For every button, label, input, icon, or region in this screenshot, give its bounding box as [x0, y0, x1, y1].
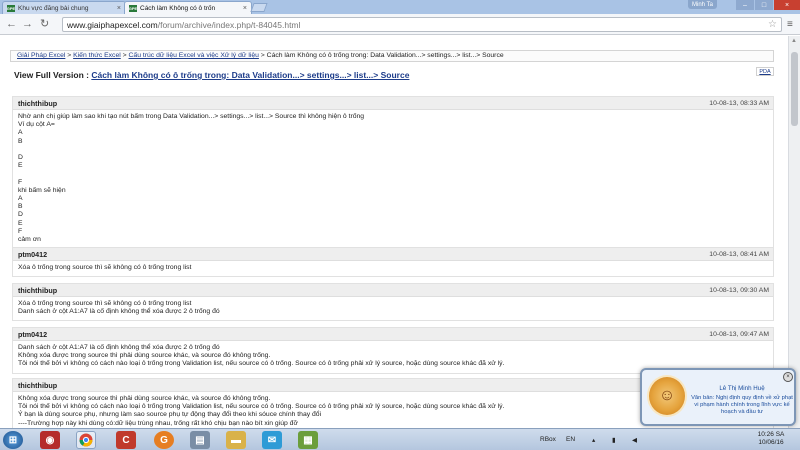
start-button[interactable]: ⊞	[3, 431, 23, 449]
clock-date: 10/06/16	[758, 439, 784, 446]
address-bar[interactable]: www.giaiphapexcel.com/forum/archive/inde…	[62, 17, 782, 32]
profile-user-badge[interactable]: Minh Ta	[688, 0, 717, 9]
breadcrumb: Giải Pháp Excel > Kiến thức Excel > Cấu …	[10, 50, 774, 62]
tab-current[interactable]: GPE Cách làm Không có ô trốn ×	[124, 1, 252, 14]
post-header: ptm0412 10-08-13, 09:47 AM	[13, 328, 773, 341]
post-username: ptm0412	[18, 250, 48, 259]
site-favicon-icon: GPE	[6, 4, 16, 12]
post-username: thichthibup	[18, 99, 58, 108]
browser-titlebar: GPE Khu vực đăng bài chung × GPE Cách là…	[0, 0, 800, 14]
tray-arrow-icon[interactable]: ▴	[592, 436, 595, 444]
post: thichthibup 10-08-13, 08:33 AM Nhờ anh c…	[12, 96, 774, 250]
breadcrumb-separator: >	[67, 52, 72, 59]
tray-rbox[interactable]: RBox	[540, 436, 556, 443]
tray-language[interactable]: EN	[566, 436, 575, 443]
close-window-button[interactable]: ×	[774, 0, 800, 10]
chrome-taskbar-icon[interactable]	[76, 431, 96, 449]
breadcrumb-link[interactable]: Cấu trúc dữ liệu Excel và việc Xử lý dữ …	[129, 52, 259, 59]
post-header: thichthibup 10-08-13, 09:30 AM	[13, 284, 773, 297]
breadcrumb-separator: >	[122, 52, 127, 59]
app-icon-c[interactable]: C	[116, 431, 136, 449]
app-icon-blue[interactable]: ✉	[262, 431, 282, 449]
forward-arrow-icon[interactable]: →	[22, 18, 33, 30]
back-arrow-icon[interactable]: ←	[6, 18, 17, 30]
post-date: 10-08-13, 09:47 AM	[709, 331, 769, 338]
post-username: thichthibup	[18, 381, 58, 390]
new-tab-button[interactable]	[250, 3, 268, 12]
tab-close-icon[interactable]: ×	[243, 5, 247, 12]
breadcrumb-current: Cách làm Không có ô trống trong: Data Va…	[266, 52, 504, 59]
breadcrumb-link[interactable]: Giải Pháp Excel	[17, 52, 65, 59]
minimize-button[interactable]: –	[736, 0, 754, 10]
breadcrumb-separator: >	[260, 52, 265, 59]
scrollbar-thumb[interactable]	[791, 52, 798, 126]
full-version-label: View Full Version :	[14, 70, 89, 80]
app-icon-red[interactable]: ◉	[40, 431, 60, 449]
url-path: /forum/archive/index.php/t-84045.html	[157, 19, 301, 30]
post-body: Xóa ô trống trong source thì sẽ không có…	[18, 264, 192, 271]
post: ptm0412 10-08-13, 09:47 AM Danh sách ở c…	[12, 327, 774, 374]
tray-volume-icon[interactable]: ◀	[632, 436, 637, 444]
tab-title: Cách làm Không có ô trốn	[140, 4, 216, 12]
file-explorer-icon[interactable]: ▬	[226, 431, 246, 449]
notification-message[interactable]: Văn bản: Nghị định quy định về xử phạt v…	[690, 395, 794, 416]
post-username: ptm0412	[18, 330, 48, 339]
breadcrumb-link[interactable]: Kiến thức Excel	[73, 52, 121, 59]
maximize-button[interactable]: □	[755, 0, 773, 10]
post-date: 10-08-13, 08:41 AM	[709, 251, 769, 258]
chrome-icon	[79, 433, 93, 447]
tab-close-icon[interactable]: ×	[117, 5, 121, 12]
post-header: ptm0412 10-08-13, 08:41 AM	[13, 248, 773, 261]
post-header: thichthibup 10-08-13, 08:33 AM	[13, 97, 773, 110]
pda-link[interactable]: PDA	[756, 67, 774, 76]
reload-icon[interactable]: ↻	[40, 18, 49, 30]
tab-title: Khu vực đăng bài chung	[18, 4, 89, 12]
browser-toolbar: ← → ↻ www.giaiphapexcel.com/forum/archiv…	[0, 14, 800, 35]
scroll-up-arrow-icon[interactable]: ▲	[791, 38, 797, 44]
post-date: 10-08-13, 09:30 AM	[709, 287, 769, 294]
clock-time: 10:26 SA	[757, 431, 785, 438]
post: ptm0412 10-08-13, 08:41 AM Xóa ô trống t…	[12, 247, 774, 278]
post: thichthibup 10-08-13, 09:30 AM Xóa ô trố…	[12, 283, 774, 322]
post-body: Nhờ anh chị giúp làm sao khi tạo nút bấm…	[18, 113, 365, 244]
taskbar-clock[interactable]: 10:26 SA 10/06/16	[752, 431, 790, 447]
tab-khu-vuc[interactable]: GPE Khu vực đăng bài chung ×	[2, 1, 126, 14]
full-version-heading: View Full Version : Cách làm Không có ô …	[14, 70, 409, 80]
bookmark-star-icon[interactable]: ☆	[768, 19, 777, 30]
app-icon-document[interactable]: ▤	[190, 431, 210, 449]
post-date: 10-08-13, 08:33 AM	[709, 100, 769, 107]
site-favicon-icon: GPE	[128, 4, 138, 12]
notification-avatar: ☺	[647, 375, 687, 417]
notification-close-icon[interactable]: ×	[783, 372, 793, 382]
post-body: Xóa ô trống trong source thì sẽ không có…	[18, 300, 220, 316]
app-icon-orange[interactable]: G	[154, 431, 174, 449]
tray-network-icon[interactable]: ▮	[612, 436, 616, 444]
taskbar: ⊞ ◉ C G ▤ ▬ ✉ ▦ RBox EN ▴ ▮ ◀ 10:26 SA 1…	[0, 428, 800, 450]
app-icon-green[interactable]: ▦	[298, 431, 318, 449]
post-username: thichthibup	[18, 286, 58, 295]
notification-popup[interactable]: ☺ Lê Thị Minh Huệ Văn bản: Nghị định quy…	[640, 368, 796, 426]
full-version-link[interactable]: Cách làm Không có ô trống trong: Data Va…	[91, 70, 409, 80]
notification-sender: Lê Thị Minh Huệ	[719, 385, 765, 392]
browser-menu-icon[interactable]: ≡	[787, 19, 793, 30]
url-domain: www.giaiphapexcel.com	[67, 19, 158, 30]
